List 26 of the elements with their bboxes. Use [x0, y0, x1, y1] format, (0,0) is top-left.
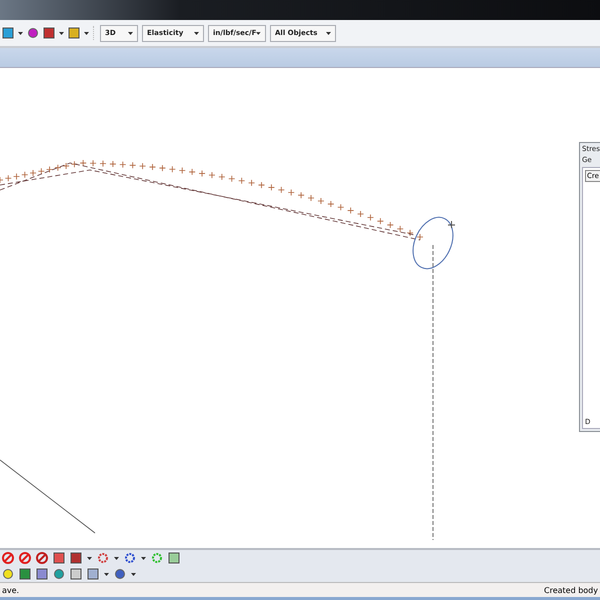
- caret-icon[interactable]: [326, 32, 331, 34]
- block-icon[interactable]: [87, 568, 99, 580]
- caret-icon[interactable]: [131, 572, 136, 576]
- caret-icon[interactable]: [194, 32, 199, 34]
- caret-icon[interactable]: [114, 556, 119, 560]
- block-icon[interactable]: [19, 568, 31, 580]
- no-entry-icon[interactable]: [36, 552, 48, 564]
- caret-icon[interactable]: [84, 32, 89, 34]
- square-icon[interactable]: [53, 552, 65, 564]
- caret-icon[interactable]: [141, 556, 146, 560]
- block-icon[interactable]: [68, 27, 80, 39]
- gear-icon[interactable]: [124, 552, 136, 564]
- block-icon[interactable]: [70, 568, 82, 580]
- status-text: Created body: [544, 586, 598, 594]
- no-entry-icon[interactable]: [19, 552, 31, 564]
- dot-icon[interactable]: [2, 568, 14, 580]
- caret-icon[interactable]: [104, 572, 109, 576]
- caret-icon[interactable]: [87, 556, 92, 560]
- caret-icon[interactable]: [256, 32, 261, 34]
- caret-icon[interactable]: [18, 32, 23, 34]
- no-entry-icon[interactable]: [2, 552, 14, 564]
- block-icon[interactable]: [36, 568, 48, 580]
- caret-icon[interactable]: [128, 32, 133, 34]
- gear-icon[interactable]: [97, 552, 109, 564]
- status-text: ave.: [2, 586, 20, 594]
- caret-icon[interactable]: [59, 32, 64, 34]
